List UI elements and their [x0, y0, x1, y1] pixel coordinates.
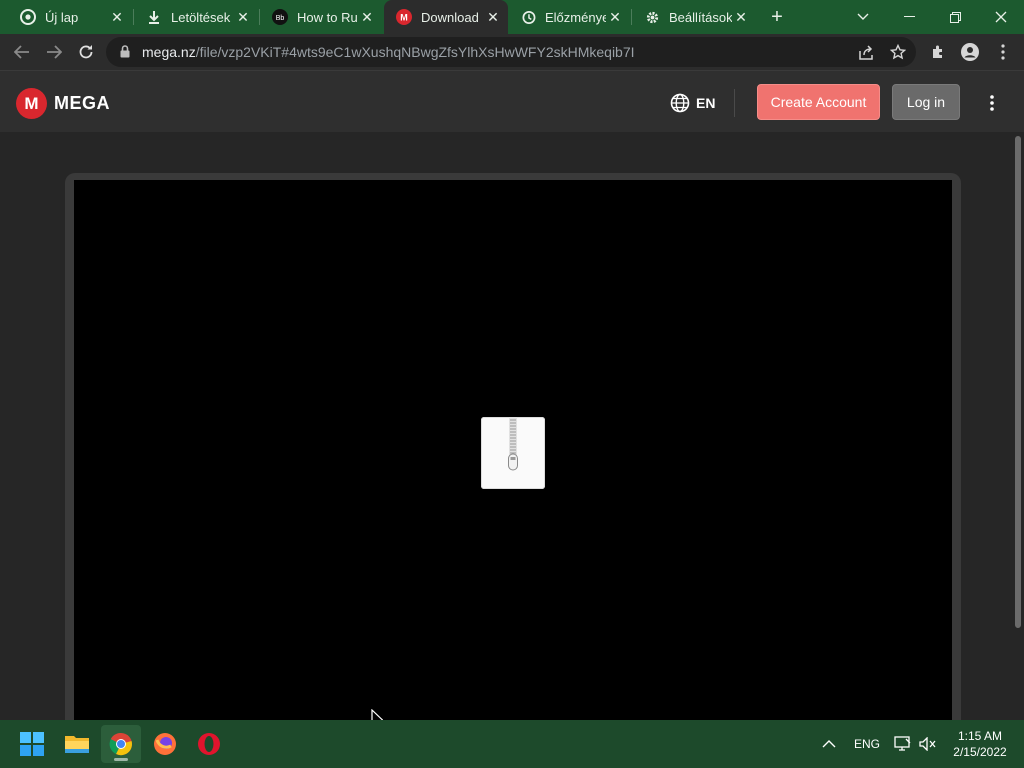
tab-title: Előzménye	[545, 9, 606, 25]
mega-logo-icon[interactable]: M	[16, 88, 47, 119]
tab-strip: Új lap ✕ Letöltések ✕ Bb How to Ru ✕ M D…	[0, 0, 1024, 34]
firefox-button[interactable]	[145, 725, 185, 763]
address-bar[interactable]: mega.nz/file/vzp2VKiT#4wts9eC1wXushqNBwg…	[106, 37, 916, 67]
file-explorer-button[interactable]	[57, 725, 97, 763]
header-divider	[734, 89, 735, 117]
start-button[interactable]	[12, 725, 52, 763]
chrome-menu-icon[interactable]	[993, 42, 1013, 62]
url-domain: mega.nz	[142, 44, 196, 60]
close-icon[interactable]: ✕	[484, 8, 502, 26]
create-account-button[interactable]: Create Account	[757, 84, 880, 120]
input-language[interactable]: ENG	[854, 720, 880, 768]
close-window-button[interactable]	[978, 0, 1024, 34]
back-button[interactable]	[8, 38, 36, 66]
tab-title: Download	[421, 9, 479, 25]
folder-icon	[65, 736, 89, 753]
close-icon[interactable]: ✕	[234, 8, 252, 26]
network-icon[interactable]	[894, 720, 912, 768]
close-icon[interactable]: ✕	[606, 8, 624, 26]
star-icon[interactable]	[888, 42, 908, 62]
login-button[interactable]: Log in	[892, 84, 960, 120]
close-icon[interactable]: ✕	[732, 8, 750, 26]
mega-icon: M	[396, 9, 412, 25]
firefox-icon	[154, 733, 176, 755]
close-icon[interactable]: ✕	[108, 8, 126, 26]
reload-button[interactable]	[72, 38, 100, 66]
language-selector[interactable]: EN	[670, 93, 715, 113]
file-preview-area	[74, 180, 952, 740]
language-label: EN	[696, 95, 716, 111]
profile-icon[interactable]	[960, 42, 980, 62]
bb-icon: Bb	[272, 9, 288, 25]
mega-logo-text[interactable]: MEGA	[54, 93, 110, 114]
windows-icon	[20, 732, 44, 756]
tab-history[interactable]: Előzménye ✕	[508, 0, 630, 34]
url-path: /file/vzp2VKiT#4wts9eC1wXushqNBwgZfsYlhX…	[195, 44, 635, 60]
svg-text:Bb: Bb	[276, 15, 285, 22]
opera-icon	[198, 733, 220, 755]
show-hidden-icons-button[interactable]	[822, 720, 836, 768]
tab-downloads[interactable]: Letöltések ✕	[134, 0, 258, 34]
forward-button[interactable]	[40, 38, 68, 66]
tab-new-tab[interactable]: Új lap ✕	[8, 0, 132, 34]
tab-title: Új lap	[45, 9, 79, 25]
zip-file-icon	[481, 417, 545, 489]
tab-how-to[interactable]: Bb How to Ru ✕	[260, 0, 382, 34]
share-icon[interactable]	[856, 42, 876, 62]
chrome-logo-icon	[109, 732, 132, 756]
system-clock[interactable]: 1:15 AM 2/15/2022	[948, 728, 1012, 760]
chrome-icon	[20, 9, 36, 25]
page-scrollbar[interactable]	[1012, 132, 1024, 720]
active-indicator	[114, 758, 128, 761]
history-icon	[520, 9, 536, 25]
close-icon[interactable]: ✕	[358, 8, 376, 26]
restore-button[interactable]	[932, 0, 978, 34]
new-tab-button[interactable]: +	[766, 6, 788, 28]
page-content	[0, 132, 1012, 740]
tab-search-button[interactable]	[840, 0, 886, 34]
minimize-button[interactable]	[886, 0, 932, 34]
clock-date: 2/15/2022	[953, 745, 1007, 759]
browser-toolbar: mega.nz/file/vzp2VKiT#4wts9eC1wXushqNBwg…	[0, 34, 1024, 70]
opera-button[interactable]	[189, 725, 229, 763]
more-menu-icon[interactable]	[980, 91, 1004, 115]
chevron-up-icon	[822, 740, 836, 748]
globe-icon	[670, 93, 690, 113]
windows-taskbar: ENG 1:15 AM 2/15/2022	[0, 720, 1024, 768]
extensions-icon[interactable]	[928, 42, 948, 62]
scrollbar-thumb[interactable]	[1015, 136, 1021, 628]
tab-title: Beállítások	[669, 9, 732, 25]
gear-icon	[644, 9, 660, 25]
tab-title: Letöltések	[171, 9, 231, 25]
url-text[interactable]: mega.nz/file/vzp2VKiT#4wts9eC1wXushqNBwg…	[142, 44, 635, 60]
clock-time: 1:15 AM	[957, 729, 1003, 743]
file-preview-frame	[65, 173, 961, 740]
tab-title: How to Ru	[297, 9, 358, 25]
download-icon	[146, 9, 162, 25]
svg-text:M: M	[400, 13, 408, 23]
tab-settings[interactable]: Beállítások ✕	[632, 0, 756, 34]
mega-header: M MEGA EN Create Account Log in	[0, 70, 1024, 132]
tab-download-active[interactable]: M Download ✕	[384, 0, 508, 34]
chrome-taskbar-button[interactable]	[101, 725, 141, 763]
lock-icon[interactable]	[120, 45, 130, 63]
volume-muted-icon[interactable]	[919, 720, 937, 768]
